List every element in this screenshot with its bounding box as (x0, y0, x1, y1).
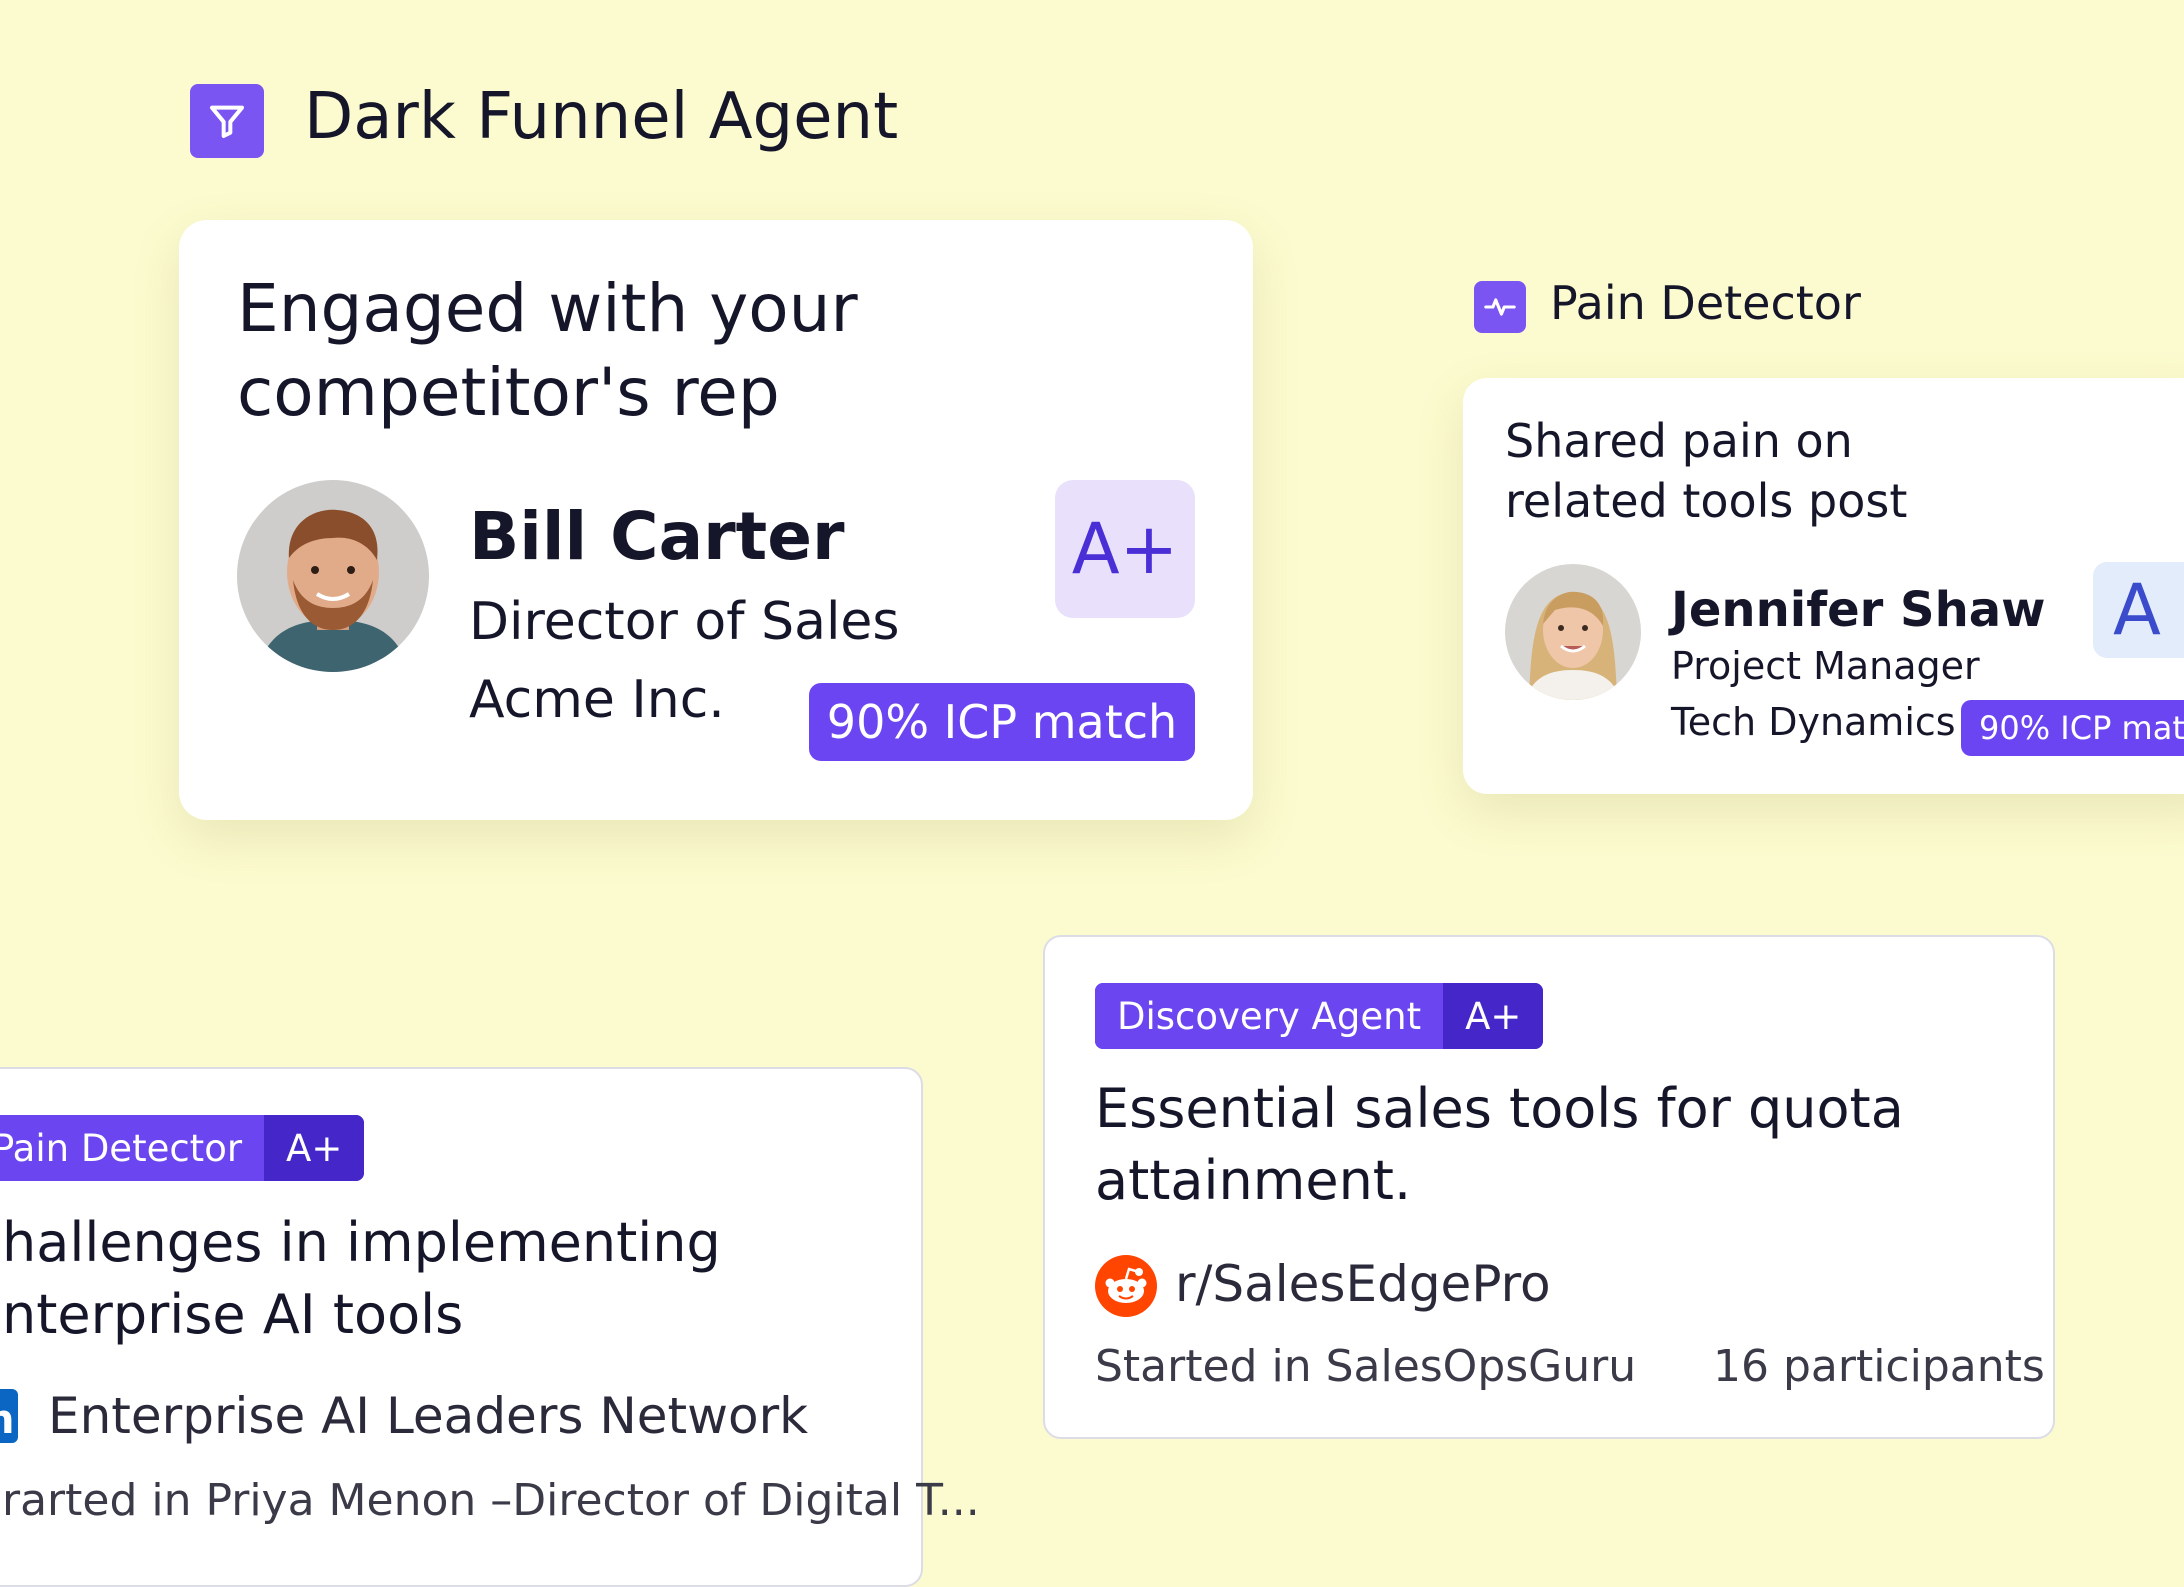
card-heading-line2: related tools post (1505, 474, 1908, 528)
prospect-role: Project Manager (1671, 644, 1980, 688)
pain-detector-tag: Pain Detector A+ (0, 1115, 365, 1181)
pulse-icon (1474, 281, 1526, 333)
tag-label: Pain Detector (0, 1115, 265, 1181)
icp-match-badge: 90% ICP matc (1961, 700, 2184, 756)
card-heading-line1: Engaged with your (237, 270, 858, 347)
thread-source[interactable]: Enterprise AI Leaders Network (48, 1387, 808, 1445)
avatar (237, 480, 429, 672)
thread-title-line2[interactable]: attainment. (1095, 1149, 1411, 1212)
thread-participants: 16 participants (1713, 1341, 2045, 1392)
thread-title-line1[interactable]: hallenges in implementing (2, 1211, 721, 1274)
linkedin-icon: n (0, 1389, 18, 1443)
prospect-name[interactable]: Bill Carter (469, 498, 845, 575)
pain-prospect-card[interactable]: Shared pain on related tools post Jennif… (1463, 378, 2184, 794)
discovery-agent-tag: Discovery Agent A+ (1095, 983, 1544, 1049)
thread-source[interactable]: r/SalesEdgePro (1175, 1255, 1551, 1313)
thread-title-line2[interactable]: nterprise AI tools (2, 1283, 463, 1346)
prospect-company: Acme Inc. (469, 670, 725, 730)
tag-grade: A+ (264, 1115, 365, 1181)
tag-label: Discovery Agent (1095, 983, 1444, 1049)
prospect-role: Director of Sales (469, 592, 900, 652)
icp-match-badge: 90% ICP match (809, 683, 1195, 761)
card-heading-line1: Shared pain on (1505, 414, 1853, 468)
grade-badge: A+ (1055, 480, 1195, 618)
reddit-icon (1095, 1255, 1157, 1317)
thread-title-line1[interactable]: Essential sales tools for quota (1095, 1077, 1904, 1140)
svg-text:n: n (0, 1397, 14, 1443)
tag-grade: A+ (1443, 983, 1544, 1049)
page-title: Dark Funnel Agent (304, 80, 899, 154)
card-heading-line2: competitor's rep (237, 354, 780, 431)
discovery-thread-card[interactable]: Discovery Agent A+ Essential sales tools… (1043, 935, 2055, 1439)
prospect-company: Tech Dynamics (1671, 700, 1956, 744)
thread-started: Started in SalesOpsGuru (1095, 1341, 1637, 1392)
prospect-name[interactable]: Jennifer Shaw (1671, 582, 2046, 638)
pain-thread-card[interactable]: Pain Detector A+ hallenges in implementi… (0, 1067, 980, 1587)
grade-badge: A (2093, 562, 2184, 658)
main-prospect-card[interactable]: Engaged with your competitor's rep Bill … (179, 220, 1253, 820)
funnel-icon (190, 84, 264, 158)
section-label-pain-detector: Pain Detector (1550, 276, 1861, 330)
thread-started: rarted in Priya Menon –Director of Digit… (2, 1475, 980, 1526)
avatar (1505, 564, 1641, 700)
